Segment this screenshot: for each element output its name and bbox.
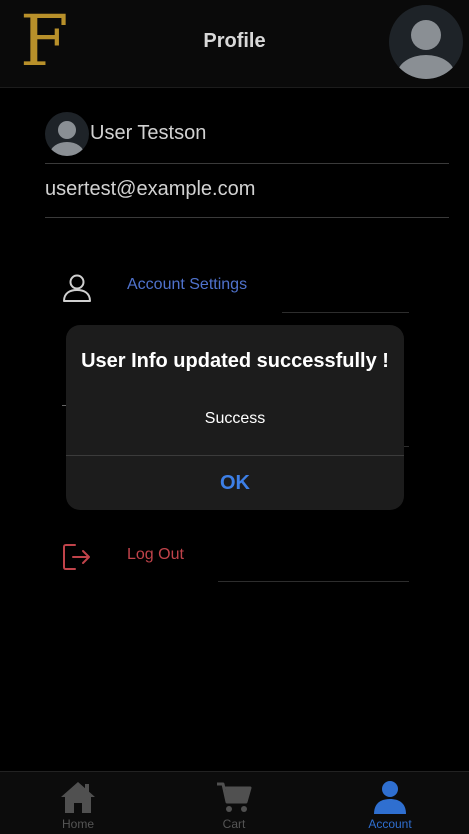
- account-settings-item[interactable]: Account Settings: [60, 261, 410, 311]
- avatar: [45, 112, 89, 156]
- tab-label: Account: [368, 817, 412, 831]
- profile-name-row: User Testson: [45, 111, 449, 164]
- dialog-message: Success: [204, 410, 266, 427]
- profile-name: User Testson: [90, 122, 207, 144]
- dialog-title: User Info updated successfully !: [81, 350, 389, 372]
- divider: [218, 581, 409, 582]
- home-icon: [61, 782, 95, 813]
- divider: [282, 312, 409, 313]
- profile-email: usertest@example.com: [45, 178, 256, 200]
- logout-item[interactable]: Log Out: [60, 531, 410, 581]
- tab-label: Cart: [222, 817, 246, 831]
- account-settings-label: Account Settings: [127, 276, 248, 293]
- app-header: F Profile: [0, 0, 469, 88]
- profile-screen: F Profile User Testson usertest@example.…: [0, 0, 469, 834]
- logout-label: Log Out: [127, 546, 184, 563]
- user-avatar-icon[interactable]: [389, 5, 463, 79]
- person-icon: [374, 781, 406, 814]
- bottom-tab-bar: Home Cart Account: [0, 771, 469, 834]
- ok-button[interactable]: OK: [66, 456, 404, 510]
- tab-account[interactable]: Account: [312, 772, 468, 834]
- success-alert-dialog: User Info updated successfully ! Success…: [66, 325, 404, 510]
- user-outline-icon: [63, 274, 91, 302]
- profile-email-row: usertest@example.com: [45, 163, 449, 218]
- tab-label: Home: [61, 817, 94, 831]
- tab-cart[interactable]: Cart: [156, 772, 312, 834]
- logout-icon: [63, 544, 90, 570]
- tab-home[interactable]: Home: [0, 772, 156, 834]
- cart-icon: [217, 782, 252, 812]
